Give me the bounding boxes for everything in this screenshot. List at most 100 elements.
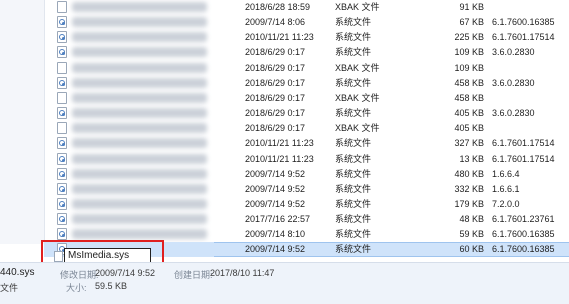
file-size: 405 KB — [454, 123, 484, 134]
file-row[interactable]: 2010/11/21 11:23 系统文件 225 KB 6.1.7601.17514 — [44, 30, 569, 45]
modified-label: 修改日期: — [60, 270, 99, 280]
blurred-file-name — [72, 214, 207, 225]
file-version: 1.6.6.4 — [492, 168, 520, 179]
file-size: 60 KB — [459, 244, 484, 255]
details-filename: 440.sys — [0, 267, 35, 278]
file-row[interactable]: 2018/6/29 0:17 系统文件 458 KB 3.6.0.2830 — [44, 76, 569, 91]
file-type: 系统文件 — [335, 17, 372, 28]
file-version: 6.1.7601.17514 — [492, 153, 555, 164]
file-size: 13 KB — [459, 153, 484, 164]
file-size: 225 KB — [454, 32, 484, 43]
created-label: 创建日期: — [174, 270, 213, 280]
file-row[interactable]: 2010/11/21 11:23 系统文件 327 KB 6.1.7601.17514 — [44, 136, 569, 151]
blurred-file-name — [72, 153, 207, 164]
blurred-file-name — [72, 62, 207, 73]
file-size: 67 KB — [459, 17, 484, 28]
file-date: 2010/11/21 11:23 — [245, 138, 314, 149]
sys-file-icon — [57, 76, 67, 89]
file-type: XBAK 文件 — [335, 92, 380, 103]
blurred-file-name — [72, 198, 207, 209]
file-row[interactable]: 2010/11/21 11:23 系统文件 13 KB 6.1.7601.17514 — [44, 152, 569, 167]
file-type: XBAK 文件 — [335, 2, 380, 12]
file-version: 3.6.0.2830 — [492, 108, 535, 119]
file-date: 2018/6/29 0:17 — [245, 92, 306, 103]
blurred-file-name — [72, 92, 207, 103]
file-size: 179 KB — [454, 198, 484, 209]
blurred-file-name — [72, 168, 207, 179]
file-version: 3.6.0.2830 — [492, 77, 535, 88]
modified-value: 2009/7/14 9:52 — [95, 268, 156, 278]
blurred-file-name — [72, 108, 207, 119]
file-size: 332 KB — [454, 183, 484, 194]
file-row[interactable]: 2018/6/28 18:59 XBAK 文件 91 KB — [44, 0, 569, 15]
file-row[interactable]: 2009/7/14 8:06 系统文件 67 KB 6.1.7600.16385 — [44, 15, 569, 30]
file-date: 2009/7/14 9:52 — [245, 183, 306, 194]
file-type: 系统文件 — [335, 108, 372, 119]
file-size: 91 KB — [459, 2, 484, 12]
file-version: 6.1.7601.23761 — [492, 214, 555, 225]
file-date: 2018/6/29 0:17 — [245, 62, 306, 73]
file-type: 系统文件 — [335, 229, 372, 240]
file-size: 458 KB — [454, 92, 484, 103]
file-type: 系统文件 — [335, 32, 372, 43]
blurred-file-name — [72, 32, 207, 43]
file-row[interactable]: 2009/7/14 9:52 系统文件 480 KB 1.6.6.4 — [44, 167, 569, 182]
file-type: 系统文件 — [335, 183, 372, 194]
file-date: 2009/7/14 8:10 — [245, 229, 306, 240]
blurred-file-name — [72, 17, 207, 28]
file-row[interactable]: 2018/6/29 0:17 系统文件 405 KB 3.6.0.2830 — [44, 106, 569, 121]
created-value: 2017/8/10 11:47 — [210, 268, 275, 278]
file-list: 2018/6/28 18:59 XBAK 文件 91 KB 2009/7/14 8:0… — [0, 0, 569, 258]
sys-file-icon — [57, 107, 67, 120]
sys-file-icon — [57, 182, 67, 195]
file-date: 2009/7/14 9:52 — [245, 198, 306, 209]
file-type: 系统文件 — [335, 47, 372, 58]
file-type: 系统文件 — [335, 168, 372, 179]
file-size: 458 KB — [454, 77, 484, 88]
size-value: 59.5 KB — [95, 281, 128, 291]
blurred-file-name — [72, 183, 207, 194]
details-type: 文件 — [0, 283, 19, 293]
file-row[interactable]: 2018/6/29 0:17 系统文件 109 KB 3.6.0.2830 — [44, 45, 569, 60]
file-date: 2017/7/16 22:57 — [245, 214, 311, 225]
blurred-file-name — [72, 2, 207, 12]
file-row[interactable]: 2018/6/29 0:17 XBAK 文件 405 KB — [44, 121, 569, 136]
file-size: 109 KB — [454, 62, 484, 73]
file-version: 6.1.7600.16385 — [492, 244, 555, 255]
file-type: 系统文件 — [335, 138, 372, 149]
file-date: 2010/11/21 11:23 — [245, 153, 314, 164]
file-row[interactable]: 2017/7/16 22:57 系统文件 48 KB 6.1.7601.23761 — [44, 212, 569, 227]
file-size: 59 KB — [459, 229, 484, 240]
file-date: 2018/6/28 18:59 — [245, 2, 311, 12]
blank-file-icon — [57, 91, 67, 104]
sys-file-icon — [57, 152, 67, 165]
file-row[interactable]: 2009/7/14 9:52 系统文件 179 KB 7.2.0.0 — [44, 197, 569, 212]
sys-file-icon — [57, 228, 67, 241]
file-type: 系统文件 — [335, 214, 372, 225]
sys-file-icon — [57, 197, 67, 210]
file-version: 3.6.0.2830 — [492, 47, 535, 58]
file-size: 109 KB — [454, 47, 484, 58]
file-version: 6.1.7600.16385 — [492, 17, 555, 28]
blank-file-icon — [57, 61, 67, 74]
file-date: 2009/7/14 9:52 — [245, 244, 306, 255]
blurred-file-name — [72, 138, 207, 149]
file-type: 系统文件 — [335, 244, 372, 255]
details-pane: 440.sys 修改日期: 2009/7/14 9:52 创建日期: 2017/… — [0, 262, 569, 304]
sys-file-icon — [57, 16, 67, 29]
file-row[interactable]: 2018/6/29 0:17 XBAK 文件 458 KB — [44, 91, 569, 106]
file-version: 1.6.6.1 — [492, 183, 520, 194]
file-row[interactable]: 2009/7/14 9:52 系统文件 332 KB 1.6.6.1 — [44, 182, 569, 197]
file-type: XBAK 文件 — [335, 123, 380, 134]
file-date: 2018/6/29 0:17 — [245, 123, 306, 134]
file-date: 2009/7/14 8:06 — [245, 17, 306, 28]
file-date: 2018/6/29 0:17 — [245, 77, 306, 88]
file-type: 系统文件 — [335, 198, 372, 209]
sys-file-icon — [57, 31, 67, 44]
file-row[interactable]: 2018/6/29 0:17 XBAK 文件 109 KB — [44, 61, 569, 76]
file-size: 327 KB — [454, 138, 484, 149]
blank-file-icon — [57, 122, 67, 135]
size-label: 大小: — [66, 283, 87, 293]
file-size: 48 KB — [459, 214, 484, 225]
file-version: 6.1.7600.16385 — [492, 229, 555, 240]
